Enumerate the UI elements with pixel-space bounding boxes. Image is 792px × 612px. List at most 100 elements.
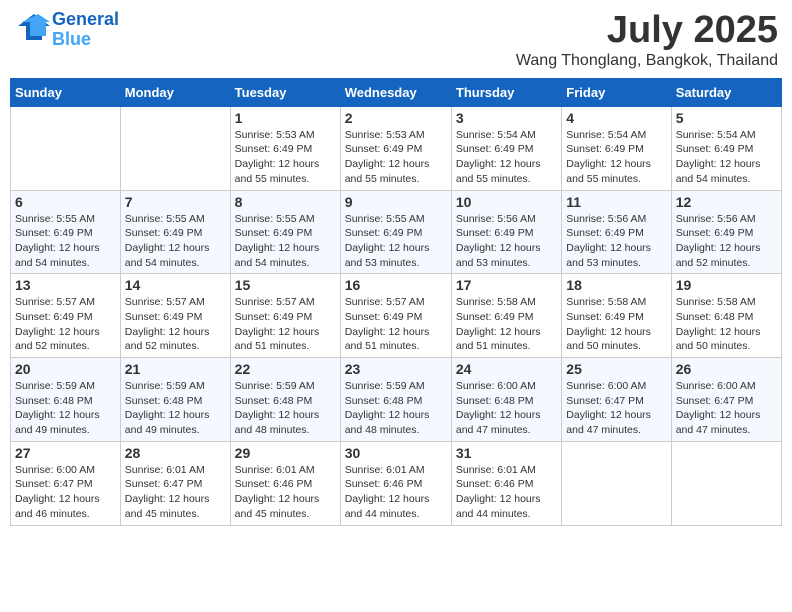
cell-info: Sunrise: 5:59 AMSunset: 6:48 PMDaylight:… [125,379,226,438]
cell-date: 1 [235,110,336,126]
cell-date: 20 [15,361,116,377]
cell-date: 9 [345,194,447,210]
calendar-cell: 6 Sunrise: 5:55 AMSunset: 6:49 PMDaylight… [11,190,121,274]
cell-date: 5 [676,110,777,126]
calendar-cell: 30Sunrise: 6:01 AMSunset: 6:46 PMDayligh… [340,441,451,525]
cell-date: 26 [676,361,777,377]
cell-date: 29 [235,445,336,461]
cell-info: Sunrise: 5:56 AMSunset: 6:49 PMDaylight:… [566,212,666,271]
day-header-friday: Friday [562,78,671,106]
week-row-3: 13 Sunrise: 5:57 AMSunset: 6:49 PMDayligh… [11,274,782,358]
calendar-cell: 20 Sunrise: 5:59 AMSunset: 6:48 PMDayligh… [11,358,121,442]
cell-info: Sunrise: 5:57 AMSunset: 6:49 PMDaylight:… [15,295,116,354]
cell-info: Sunrise: 6:00 AMSunset: 6:48 PMDaylight:… [456,379,557,438]
cell-date: 16 [345,277,447,293]
cell-info: Sunrise: 5:56 AMSunset: 6:49 PMDaylight:… [456,212,557,271]
cell-info: Sunrise: 5:57 AMSunset: 6:49 PMDaylight:… [235,295,336,354]
calendar-cell [562,441,671,525]
cell-date: 22 [235,361,336,377]
cell-date: 17 [456,277,557,293]
cell-info: Sunrise: 5:53 AMSunset: 6:49 PMDaylight:… [345,128,447,187]
calendar-cell: 14Sunrise: 5:57 AMSunset: 6:49 PMDayligh… [120,274,230,358]
cell-info: Sunrise: 6:00 AMSunset: 6:47 PMDaylight:… [566,379,666,438]
calendar-cell: 1 Sunrise: 5:53 AMSunset: 6:49 PMDaylight… [230,106,340,190]
calendar-cell [671,441,781,525]
calendar-cell [120,106,230,190]
cell-info: Sunrise: 5:58 AMSunset: 6:49 PMDaylight:… [456,295,557,354]
calendar-cell: 22 Sunrise: 5:59 AMSunset: 6:48 PMDayligh… [230,358,340,442]
calendar-cell: 26Sunrise: 6:00 AMSunset: 6:47 PMDayligh… [671,358,781,442]
cell-date: 8 [235,194,336,210]
cell-info: Sunrise: 5:58 AMSunset: 6:49 PMDaylight:… [566,295,666,354]
day-header-monday: Monday [120,78,230,106]
calendar-cell: 8 Sunrise: 5:55 AMSunset: 6:49 PMDaylight… [230,190,340,274]
calendar-cell: 25 Sunrise: 6:00 AMSunset: 6:47 PMDayligh… [562,358,671,442]
cell-date: 6 [15,194,116,210]
calendar-cell: 29 Sunrise: 6:01 AMSunset: 6:46 PMDayligh… [230,441,340,525]
calendar-cell: 31Sunrise: 6:01 AMSunset: 6:46 PMDayligh… [451,441,561,525]
calendar-cell: 5 Sunrise: 5:54 AMSunset: 6:49 PMDaylight… [671,106,781,190]
calendar-cell: 2 Sunrise: 5:53 AMSunset: 6:49 PMDaylight… [340,106,451,190]
cell-info: Sunrise: 5:55 AMSunset: 6:49 PMDaylight:… [345,212,447,271]
cell-date: 25 [566,361,666,377]
calendar-cell: 19Sunrise: 5:58 AMSunset: 6:48 PMDayligh… [671,274,781,358]
title-block: July 2025 Wang Thonglang, Bangkok, Thail… [516,10,778,70]
calendar-cell: 15Sunrise: 5:57 AMSunset: 6:49 PMDayligh… [230,274,340,358]
calendar-cell: 16Sunrise: 5:57 AMSunset: 6:49 PMDayligh… [340,274,451,358]
calendar-cell: 24Sunrise: 6:00 AMSunset: 6:48 PMDayligh… [451,358,561,442]
cell-date: 12 [676,194,777,210]
calendar-cell: 12 Sunrise: 5:56 AMSunset: 6:49 PMDayligh… [671,190,781,274]
calendar-cell: 4 Sunrise: 5:54 AMSunset: 6:49 PMDaylight… [562,106,671,190]
calendar-cell: 23Sunrise: 5:59 AMSunset: 6:48 PMDayligh… [340,358,451,442]
cell-date: 7 [125,194,226,210]
calendar-cell: 21Sunrise: 5:59 AMSunset: 6:48 PMDayligh… [120,358,230,442]
cell-info: Sunrise: 5:54 AMSunset: 6:49 PMDaylight:… [676,128,777,187]
cell-info: Sunrise: 5:58 AMSunset: 6:48 PMDaylight:… [676,295,777,354]
week-row-2: 6 Sunrise: 5:55 AMSunset: 6:49 PMDaylight… [11,190,782,274]
cell-info: Sunrise: 5:56 AMSunset: 6:49 PMDaylight:… [676,212,777,271]
calendar-cell: 3Sunrise: 5:54 AMSunset: 6:49 PMDaylight… [451,106,561,190]
cell-date: 18 [566,277,666,293]
calendar-cell: 17 Sunrise: 5:58 AMSunset: 6:49 PMDayligh… [451,274,561,358]
cell-info: Sunrise: 5:55 AMSunset: 6:49 PMDaylight:… [235,212,336,271]
week-row-1: 1 Sunrise: 5:53 AMSunset: 6:49 PMDaylight… [11,106,782,190]
cell-info: Sunrise: 5:59 AMSunset: 6:48 PMDaylight:… [15,379,116,438]
cell-date: 30 [345,445,447,461]
cell-info: Sunrise: 5:54 AMSunset: 6:49 PMDaylight:… [456,128,557,187]
calendar-table: SundayMondayTuesdayWednesdayThursdayFrid… [10,78,782,526]
calendar-cell: 27Sunrise: 6:00 AMSunset: 6:47 PMDayligh… [11,441,121,525]
calendar-cell: 11 Sunrise: 5:56 AMSunset: 6:49 PMDayligh… [562,190,671,274]
cell-date: 27 [15,445,116,461]
cell-info: Sunrise: 5:54 AMSunset: 6:49 PMDaylight:… [566,128,666,187]
cell-date: 11 [566,194,666,210]
location: Wang Thonglang, Bangkok, Thailand [516,52,778,70]
day-header-sunday: Sunday [11,78,121,106]
day-header-tuesday: Tuesday [230,78,340,106]
calendar-cell: 10 Sunrise: 5:56 AMSunset: 6:49 PMDayligh… [451,190,561,274]
cell-date: 10 [456,194,557,210]
cell-info: Sunrise: 6:01 AMSunset: 6:46 PMDaylight:… [235,463,336,522]
calendar-cell: 18 Sunrise: 5:58 AMSunset: 6:49 PMDayligh… [562,274,671,358]
cell-date: 4 [566,110,666,126]
cell-info: Sunrise: 5:59 AMSunset: 6:48 PMDaylight:… [235,379,336,438]
month-title: July 2025 [516,10,778,52]
cell-date: 31 [456,445,557,461]
calendar-cell: 28 Sunrise: 6:01 AMSunset: 6:47 PMDayligh… [120,441,230,525]
cell-date: 2 [345,110,447,126]
week-row-5: 27Sunrise: 6:00 AMSunset: 6:47 PMDayligh… [11,441,782,525]
cell-info: Sunrise: 5:53 AMSunset: 6:49 PMDaylight:… [235,128,336,187]
cell-info: Sunrise: 5:55 AMSunset: 6:49 PMDaylight:… [15,212,116,271]
cell-date: 28 [125,445,226,461]
calendar-cell: 7Sunrise: 5:55 AMSunset: 6:49 PMDaylight… [120,190,230,274]
cell-date: 13 [15,277,116,293]
cell-date: 14 [125,277,226,293]
page-header: GeneralBlue July 2025 Wang Thonglang, Ba… [10,10,782,70]
day-header-wednesday: Wednesday [340,78,451,106]
cell-info: Sunrise: 6:01 AMSunset: 6:47 PMDaylight:… [125,463,226,522]
cell-date: 23 [345,361,447,377]
day-header-row: SundayMondayTuesdayWednesdayThursdayFrid… [11,78,782,106]
calendar-cell [11,106,121,190]
day-header-thursday: Thursday [451,78,561,106]
day-header-saturday: Saturday [671,78,781,106]
logo: GeneralBlue [14,10,119,50]
